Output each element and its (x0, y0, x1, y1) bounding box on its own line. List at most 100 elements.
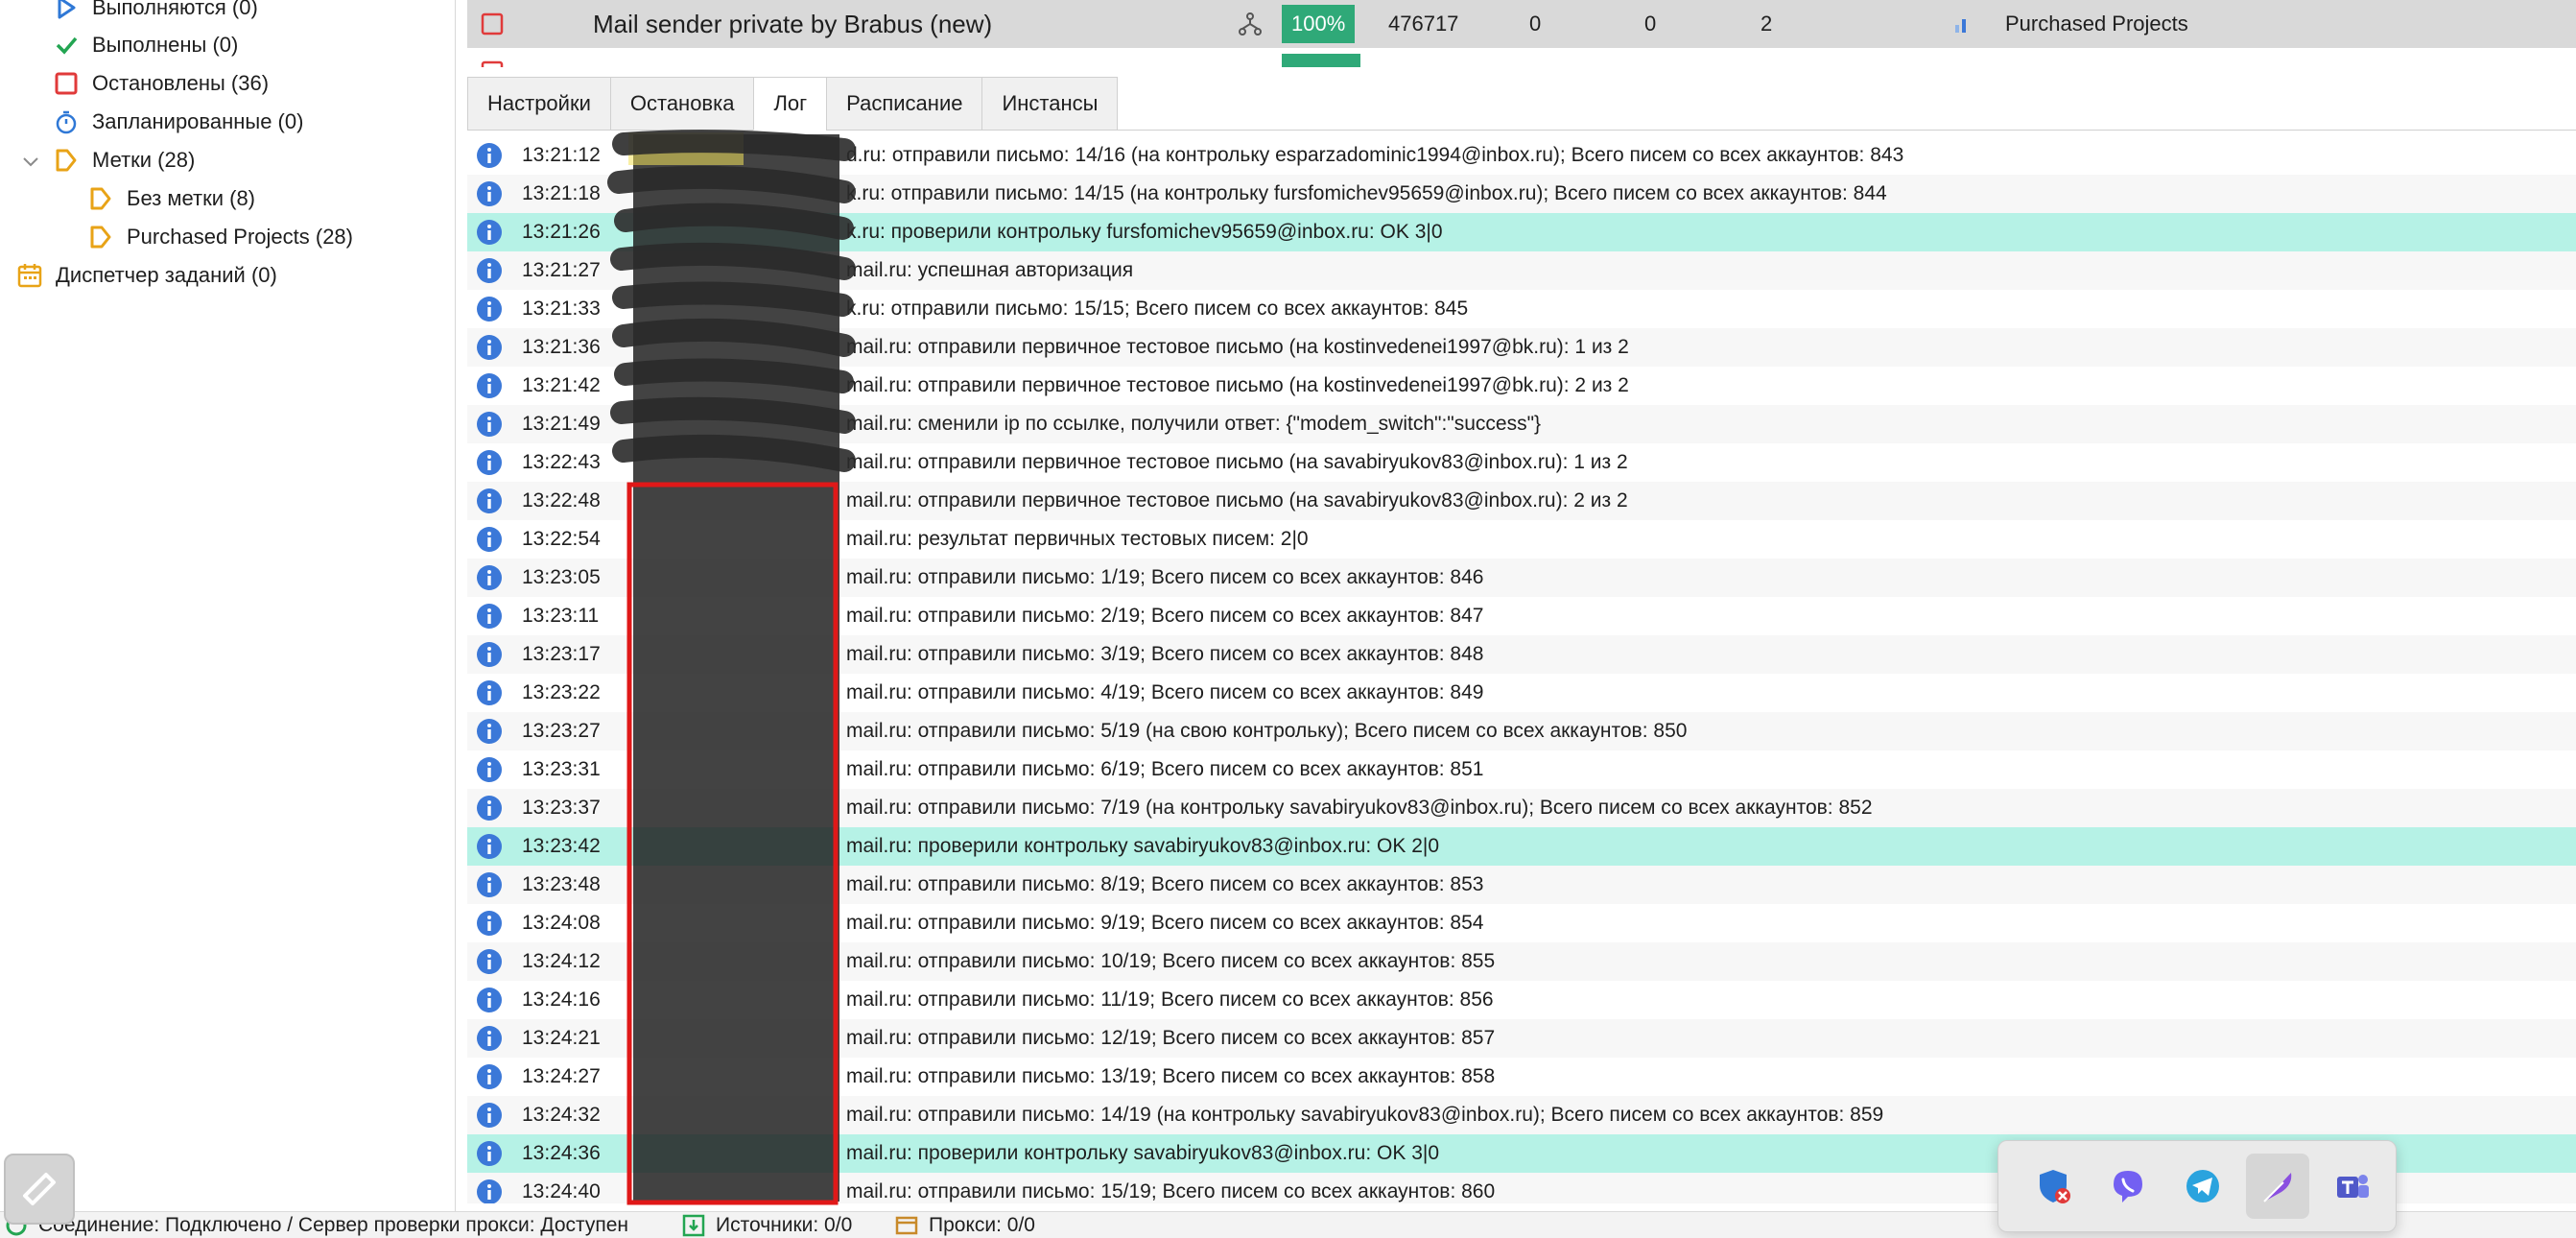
log-row[interactable]: 13:24:32 mail.ru: отправили письмо: 14/19… (467, 1096, 2576, 1134)
log-row[interactable]: 13:22:48 mail.ru: отправили первичное тес… (467, 482, 2576, 520)
log-sender-redacted (635, 218, 846, 247)
project-col-b: 0 (1644, 12, 1657, 36)
sidebar-item-label: Выполнены (0) (92, 33, 239, 57)
log-time: 13:24:32 (522, 1104, 601, 1126)
info-icon (477, 719, 502, 744)
info-icon (477, 834, 502, 859)
system-tray-popup (1997, 1140, 2397, 1232)
log-sender-redacted (635, 909, 846, 938)
sidebar-item-running[interactable]: Выполняются (0) (52, 0, 258, 25)
log-time: 13:24:12 (522, 950, 601, 972)
info-icon (477, 181, 502, 206)
sidebar-item-untagged[interactable]: Без метки (8) (86, 181, 255, 216)
project-checkbox[interactable] (481, 48, 504, 67)
log-row[interactable]: 13:21:36 mail.ru: отправили первичное тес… (467, 328, 2576, 367)
log-row[interactable]: 13:21:26 k.ru: проверили контрольку fursf… (467, 213, 2576, 251)
info-icon (477, 642, 502, 667)
shield-blocked-icon[interactable] (2021, 1154, 2085, 1219)
log-time: 13:21:49 (522, 413, 601, 435)
log-row[interactable]: 13:22:43 mail.ru: отправили первичное тес… (467, 443, 2576, 482)
log-time: 13:22:43 (522, 451, 601, 473)
log-time: 13:24:21 (522, 1027, 601, 1049)
log-sender-redacted (635, 487, 846, 515)
log-list[interactable]: 13:21:12 d.ru: отправили письмо: 14/16 (н… (467, 136, 2576, 1203)
sidebar-item-label: Остановлены (36) (92, 71, 270, 95)
calendar-icon (15, 261, 44, 290)
log-sender-redacted (635, 141, 846, 170)
sidebar-item-done[interactable]: Выполнены (0) (52, 28, 238, 62)
log-row[interactable]: 13:21:42 mail.ru: отправили первичное тес… (467, 367, 2576, 405)
sidebar-item-stopped[interactable]: Остановлены (36) (52, 66, 269, 101)
viber-icon[interactable] (2096, 1154, 2160, 1219)
tab-bar: Настройки Остановка Лог Расписание Инста… (467, 77, 1119, 131)
tab-schedule[interactable]: Расписание (826, 77, 982, 131)
log-message: mail.ru: отправили письмо: 10/19; Всего … (846, 950, 1496, 972)
log-row[interactable]: 13:23:48 mail.ru: отправили письмо: 8/19;… (467, 866, 2576, 904)
check-icon (52, 31, 81, 60)
log-row[interactable]: 13:23:05 mail.ru: отправили письмо: 1/19;… (467, 559, 2576, 597)
log-row[interactable]: 13:23:31 mail.ru: отправили письмо: 6/19;… (467, 750, 2576, 789)
log-row[interactable]: 13:23:42 mail.ru: проверили контрольку sa… (467, 827, 2576, 866)
status-proxies: Прокси: 0/0 (894, 1213, 1035, 1238)
log-message: k.ru: отправили письмо: 14/15 (на контро… (846, 182, 1887, 204)
tab-log[interactable]: Лог (753, 77, 827, 131)
log-time: 13:23:37 (522, 797, 601, 819)
log-row[interactable]: 13:23:27 mail.ru: отправили письмо: 5/19 … (467, 712, 2576, 750)
info-icon (477, 143, 502, 168)
log-row[interactable]: 13:23:22 mail.ru: отправили письмо: 4/19;… (467, 674, 2576, 712)
log-row[interactable]: 13:23:11 mail.ru: отправили письмо: 2/19;… (467, 597, 2576, 635)
log-sender-redacted (635, 448, 846, 477)
log-time: 13:24:40 (522, 1180, 601, 1202)
log-row[interactable]: 13:21:27 mail.ru: успешная авторизация (467, 251, 2576, 290)
tab-stop[interactable]: Остановка (609, 77, 754, 131)
sidebar-item-label: Выполняются (0) (92, 0, 258, 19)
play-icon (52, 0, 81, 22)
project-checkbox[interactable] (481, 0, 504, 48)
log-sender-redacted (635, 563, 846, 592)
sidebar-item-tags[interactable]: Метки (28) (52, 143, 195, 178)
log-row[interactable]: 13:23:37 mail.ru: отправили письмо: 7/19 … (467, 789, 2576, 827)
log-sender-redacted (635, 794, 846, 822)
sidebar-item-purchased-projects[interactable]: Purchased Projects (28) (86, 220, 353, 254)
log-row[interactable]: 13:24:12 mail.ru: отправили письмо: 10/19… (467, 942, 2576, 981)
log-row[interactable]: 13:21:12 d.ru: отправили письмо: 14/16 (н… (467, 136, 2576, 175)
log-message: mail.ru: отправили письмо: 14/19 (на кон… (846, 1104, 1884, 1126)
log-row[interactable]: 13:24:16 mail.ru: отправили письмо: 11/19… (467, 981, 2576, 1019)
info-icon (477, 297, 502, 321)
app-launcher-button[interactable] (4, 1154, 75, 1225)
tab-settings[interactable]: Настройки (467, 77, 610, 131)
log-message: mail.ru: отправили письмо: 13/19; Всего … (846, 1065, 1496, 1087)
log-time: 13:23:22 (522, 681, 601, 703)
log-row[interactable]: 13:24:08 mail.ru: отправили письмо: 9/19;… (467, 904, 2576, 942)
chevron-down-icon[interactable] (19, 151, 42, 174)
log-message: mail.ru: отправили письмо: 5/19 (на свою… (846, 720, 1688, 742)
sidebar-item-label: Диспетчер заданий (0) (56, 263, 277, 287)
log-message: mail.ru: отправили письмо: 9/19; Всего п… (846, 912, 1484, 934)
log-time: 13:24:27 (522, 1065, 601, 1087)
log-sender-redacted (635, 755, 846, 784)
project-col-a: 0 (1529, 12, 1542, 36)
log-row[interactable]: 13:23:17 mail.ru: отправили письмо: 3/19;… (467, 635, 2576, 674)
info-icon (477, 988, 502, 1012)
log-sender-redacted (635, 256, 846, 285)
sidebar-item-task-manager[interactable]: Диспетчер заданий (0) (15, 258, 277, 293)
log-message: mail.ru: успешная авторизация (846, 259, 1134, 281)
log-row[interactable]: 13:24:21 mail.ru: отправили письмо: 12/19… (467, 1019, 2576, 1058)
feather-icon[interactable] (2246, 1154, 2309, 1219)
log-row[interactable]: 13:24:27 mail.ru: отправили письмо: 13/19… (467, 1058, 2576, 1096)
teams-icon[interactable] (2321, 1154, 2384, 1219)
log-time: 13:22:48 (522, 489, 601, 512)
tab-instances[interactable]: Инстансы (981, 77, 1119, 131)
log-message: mail.ru: отправили письмо: 11/19; Всего … (846, 988, 1494, 1011)
log-row[interactable]: 13:21:49 mail.ru: сменили ip по ссылке, п… (467, 405, 2576, 443)
log-row[interactable]: 13:21:33 k.ru: отправили письмо: 15/15; В… (467, 290, 2576, 328)
log-row[interactable]: 13:21:18 k.ru: отправили письмо: 14/15 (н… (467, 175, 2576, 213)
log-sender-redacted (635, 371, 846, 400)
log-sender-redacted (635, 640, 846, 669)
log-time: 13:24:36 (522, 1142, 601, 1164)
sidebar-item-scheduled[interactable]: Запланированные (0) (52, 105, 303, 139)
project-row[interactable]: Mail sender private by Brabus (new) 100%… (467, 0, 2576, 48)
log-row[interactable]: 13:22:54 mail.ru: результат первичных тес… (467, 520, 2576, 559)
project-row[interactable] (467, 54, 2576, 67)
telegram-icon[interactable] (2171, 1154, 2234, 1219)
